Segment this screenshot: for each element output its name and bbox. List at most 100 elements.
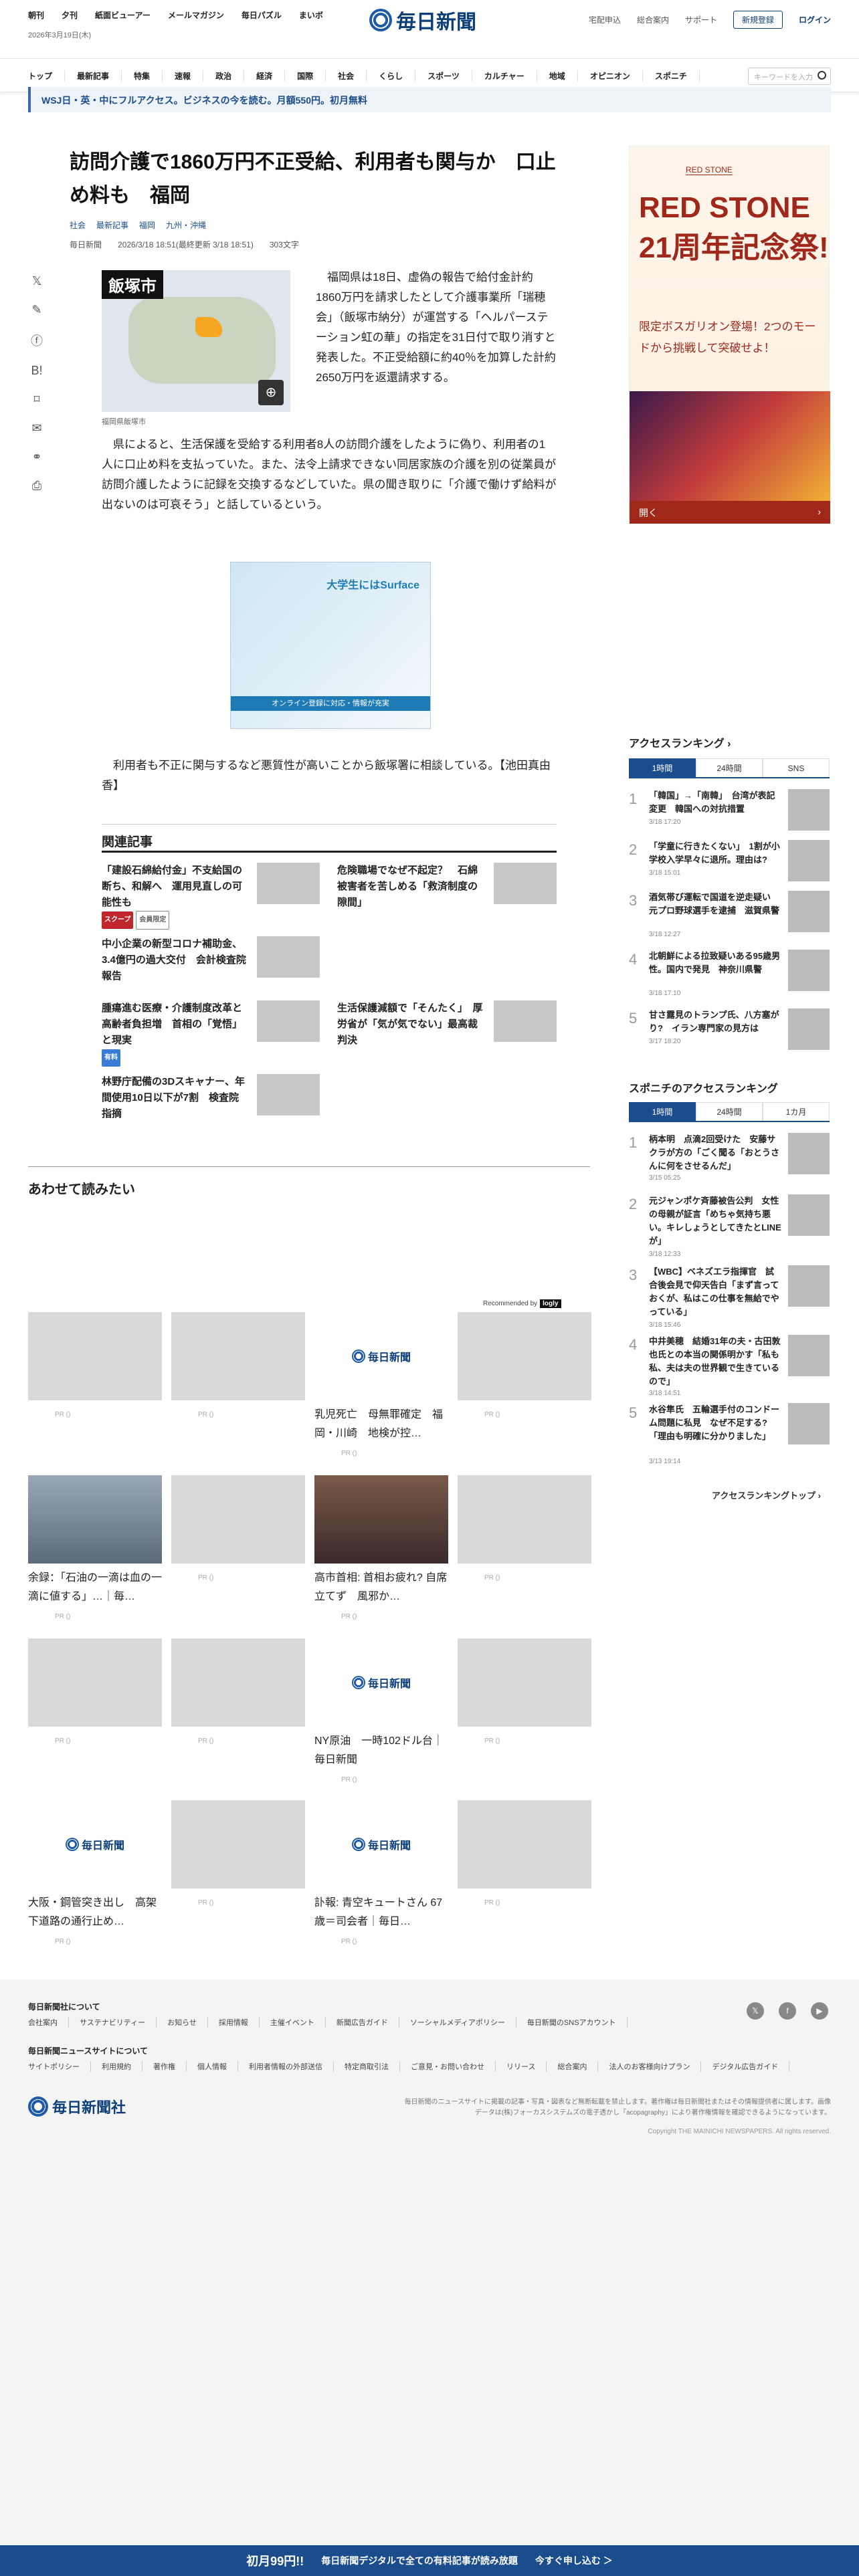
footer-link[interactable]: 新聞広告ガイド <box>326 2017 399 2028</box>
comment-icon[interactable]: ✎ <box>31 303 41 317</box>
recommend-card[interactable]: PR () <box>171 1312 305 1418</box>
related-thumb[interactable] <box>257 1074 320 1115</box>
x-share-icon[interactable]: 𝕏 <box>32 274 42 288</box>
sponichi-item[interactable]: 4 中井美穂 結婚31年の夫・古田敦也氏との本当の関係明かす「私も私、夫は夫の世界… <box>629 1335 830 1397</box>
footer-logo[interactable]: 毎日新聞社 <box>28 2096 126 2117</box>
nav-item[interactable]: 国際 <box>285 70 326 82</box>
footer-link[interactable]: 法人のお客様向けプラン <box>598 2061 702 2072</box>
delivery-link[interactable]: 宅配申込 <box>589 14 621 25</box>
top-link[interactable]: 夕刊 <box>62 9 78 21</box>
footer-link[interactable]: 総合案内 <box>547 2061 599 2072</box>
recommend-card[interactable]: PR () <box>458 1312 591 1418</box>
tab-1hour[interactable]: 1時間 <box>629 758 696 777</box>
tab-1month[interactable]: 1カ月 <box>763 1102 830 1121</box>
sponichi-item[interactable]: 5 水谷隼氏 五輪選手付のコンドーム問題に私見 なぜ不足する?「理由も明確に分かり… <box>629 1403 830 1465</box>
ranking-item[interactable]: 2 「学童に行きたくない」 1割が小学校入学早々に退所。理由は? 3/18 15:0… <box>629 840 830 887</box>
search-input[interactable]: キーワードを入力 <box>748 68 831 85</box>
footer-link[interactable]: 著作権 <box>142 2061 187 2072</box>
tag[interactable]: 社会 <box>70 219 86 231</box>
nav-item[interactable]: 社会 <box>326 70 367 82</box>
print-icon[interactable]: ⎙ <box>32 479 41 493</box>
related-item[interactable]: 生活保護減額で「そんたく」 厚労省が「気が気でない」最高裁判決 <box>337 1000 484 1049</box>
top-link[interactable]: まいボ <box>299 9 323 21</box>
related-thumb[interactable] <box>257 936 320 978</box>
tab-sns[interactable]: SNS <box>763 758 830 777</box>
banner-cta[interactable]: 今すぐ申し込む ＞ <box>535 2554 613 2567</box>
nav-item[interactable]: 速報 <box>163 70 204 82</box>
info-link[interactable]: 総合案内 <box>637 14 669 25</box>
support-link[interactable]: サポート <box>685 14 717 25</box>
footer-link[interactable]: ご意見・お問い合わせ <box>400 2061 496 2072</box>
related-item[interactable]: 腫瘍進む医療・介護制度改革と高齢者負担増 首相の「覚悟」と現実 有料 <box>102 1000 249 1067</box>
related-item[interactable]: 「建設石綿給付金」不支給国の断ち、和解へ 運用見直しの可能性も スクープ 会員限定 <box>102 863 249 930</box>
footer-link[interactable]: 毎日新聞のSNSアカウント <box>516 2017 628 2028</box>
ad-open-button[interactable]: 開く › <box>630 501 830 524</box>
ranking-top-link[interactable]: アクセスランキングトップ › <box>712 1489 821 1501</box>
sidebar-ad[interactable]: RED STONE RED STONE 21周年記念祭! 限定ボスガリオン登場！… <box>629 146 830 524</box>
related-thumb[interactable] <box>494 1000 557 1042</box>
tab-1hour[interactable]: 1時間 <box>629 1102 696 1121</box>
ranking-heading[interactable]: アクセスランキング › <box>629 734 731 750</box>
mail-icon[interactable]: ✉ <box>31 421 41 435</box>
top-link[interactable]: 毎日パズル <box>242 9 282 21</box>
footer-link[interactable]: 利用者情報の外部送信 <box>238 2061 334 2072</box>
recommend-card[interactable]: 毎日新聞 大阪・鋼管突き出し 高架下道路の通行止め… PR () <box>28 1800 162 1945</box>
nav-item[interactable]: 最新記事 <box>65 70 122 82</box>
footer-link[interactable]: サイトポリシー <box>28 2061 91 2072</box>
nav-item[interactable]: スポニチ <box>643 70 700 82</box>
footer-link[interactable]: デジタル広告ガイド <box>701 2061 790 2072</box>
ranking-item[interactable]: 4 北朝鮮による拉致疑いある95歳男性。国内で発見 神奈川県警 3/18 17:10 <box>629 950 830 997</box>
recommend-card[interactable]: 毎日新聞 乳児死亡 母無罪確定 福岡・川崎 地検が控… PR () <box>314 1312 448 1457</box>
related-item[interactable]: 危険職場でなぜ不起定？ 石綿被害者を苦しめる「救済制度の隙間」 <box>337 863 484 911</box>
nav-item[interactable]: トップ <box>28 70 66 82</box>
recommend-card[interactable]: 毎日新聞 NY原油 一時102ドル台｜毎日新聞 PR () <box>314 1638 448 1784</box>
nav-item[interactable]: 経済 <box>244 70 286 82</box>
subscribe-banner[interactable]: 初月99円!! 毎日新聞デジタルで全ての有料記事が読み放題 今すぐ申し込む ＞ <box>0 2545 859 2576</box>
footer-link[interactable]: サステナビリティー <box>69 2017 157 2028</box>
recommend-card[interactable]: PR () <box>171 1475 305 1582</box>
nav-item[interactable]: 地域 <box>537 70 578 82</box>
article-map-image[interactable]: 飯塚市 ⊕ <box>102 270 290 412</box>
tag[interactable]: 九州・沖縄 <box>166 219 206 231</box>
sponichi-item[interactable]: 3 【WBC】ベネズエラ指揮官 試合後会見で仰天告白「まず言っておくが、私はこの仕… <box>629 1265 830 1329</box>
ranking-item[interactable]: 1 「韓国」→「南韓」 台湾が表記変更 韓国への対抗措置 3/18 17:20 <box>629 789 830 836</box>
youtube-icon[interactable]: ▶ <box>811 2002 828 2020</box>
footer-link[interactable]: 主催イベント <box>260 2017 326 2028</box>
related-thumb[interactable] <box>257 1000 320 1042</box>
footer-link[interactable]: リリース <box>496 2061 547 2072</box>
nav-item[interactable]: 特集 <box>122 70 163 82</box>
recommend-card[interactable]: PR () <box>458 1638 591 1745</box>
footer-link[interactable]: 利用規約 <box>91 2061 142 2072</box>
footer-link[interactable]: 個人情報 <box>187 2061 238 2072</box>
footer-link[interactable]: ソーシャルメディアポリシー <box>399 2017 516 2028</box>
facebook-icon[interactable]: ⓕ <box>31 332 43 349</box>
recommend-card[interactable]: PR () <box>458 1800 591 1907</box>
ranking-item[interactable]: 3 酒気帯び運転で国道を逆走疑い 元プロ野球選手を逮捕 滋賀県警 3/18 12:2… <box>629 891 830 938</box>
x-icon[interactable]: 𝕏 <box>747 2002 764 2020</box>
related-thumb[interactable] <box>257 863 320 904</box>
zoom-icon[interactable]: ⊕ <box>258 380 284 405</box>
tag[interactable]: 福岡 <box>139 219 155 231</box>
sponichi-item[interactable]: 1 柄本明 点滴2回受けた 安藤サクラが方の「ごく聞る「おとうさんに何をさせるんだ… <box>629 1133 830 1186</box>
inline-ad[interactable]: 大学生にはSurface オンライン登録に対応・情報が充実 <box>230 562 431 729</box>
nav-item[interactable]: 政治 <box>203 70 245 82</box>
recommend-card[interactable]: 高市首相: 首相お疲れ? 自席立てず 風邪か… PR () <box>314 1475 448 1620</box>
register-button[interactable]: 新規登録 <box>733 11 783 29</box>
site-logo[interactable]: 毎日新聞 <box>369 5 476 35</box>
nav-item[interactable]: カルチャー <box>472 70 537 82</box>
tag[interactable]: 最新記事 <box>96 219 128 231</box>
related-item[interactable]: 中小企業の新型コロナ補助金、3.4億円の過大交付 会計検査院報告 <box>102 936 249 984</box>
footer-link[interactable]: お知らせ <box>157 2017 208 2028</box>
search-icon[interactable] <box>818 71 826 80</box>
footer-link[interactable]: 特定商取引法 <box>334 2061 400 2072</box>
nav-item[interactable]: スポーツ <box>415 70 472 82</box>
login-button[interactable]: ログイン <box>799 14 831 25</box>
tab-24hour[interactable]: 24時間 <box>696 758 763 777</box>
top-link[interactable]: メールマガジン <box>168 9 224 21</box>
top-link[interactable]: 紙面ビューアー <box>95 9 151 21</box>
recommend-card[interactable]: 余録：「石油の一滴は血の一滴に値する」…｜毎… PR () <box>28 1475 162 1620</box>
promo-banner[interactable]: WSJ日・英・中にフルアクセス。ビジネスの今を読む。月額550円。初月無料 <box>28 87 831 112</box>
footer-link[interactable]: 会社案内 <box>28 2017 69 2028</box>
link-icon[interactable]: ⚭ <box>31 450 41 464</box>
recommend-card[interactable]: PR () <box>28 1638 162 1745</box>
